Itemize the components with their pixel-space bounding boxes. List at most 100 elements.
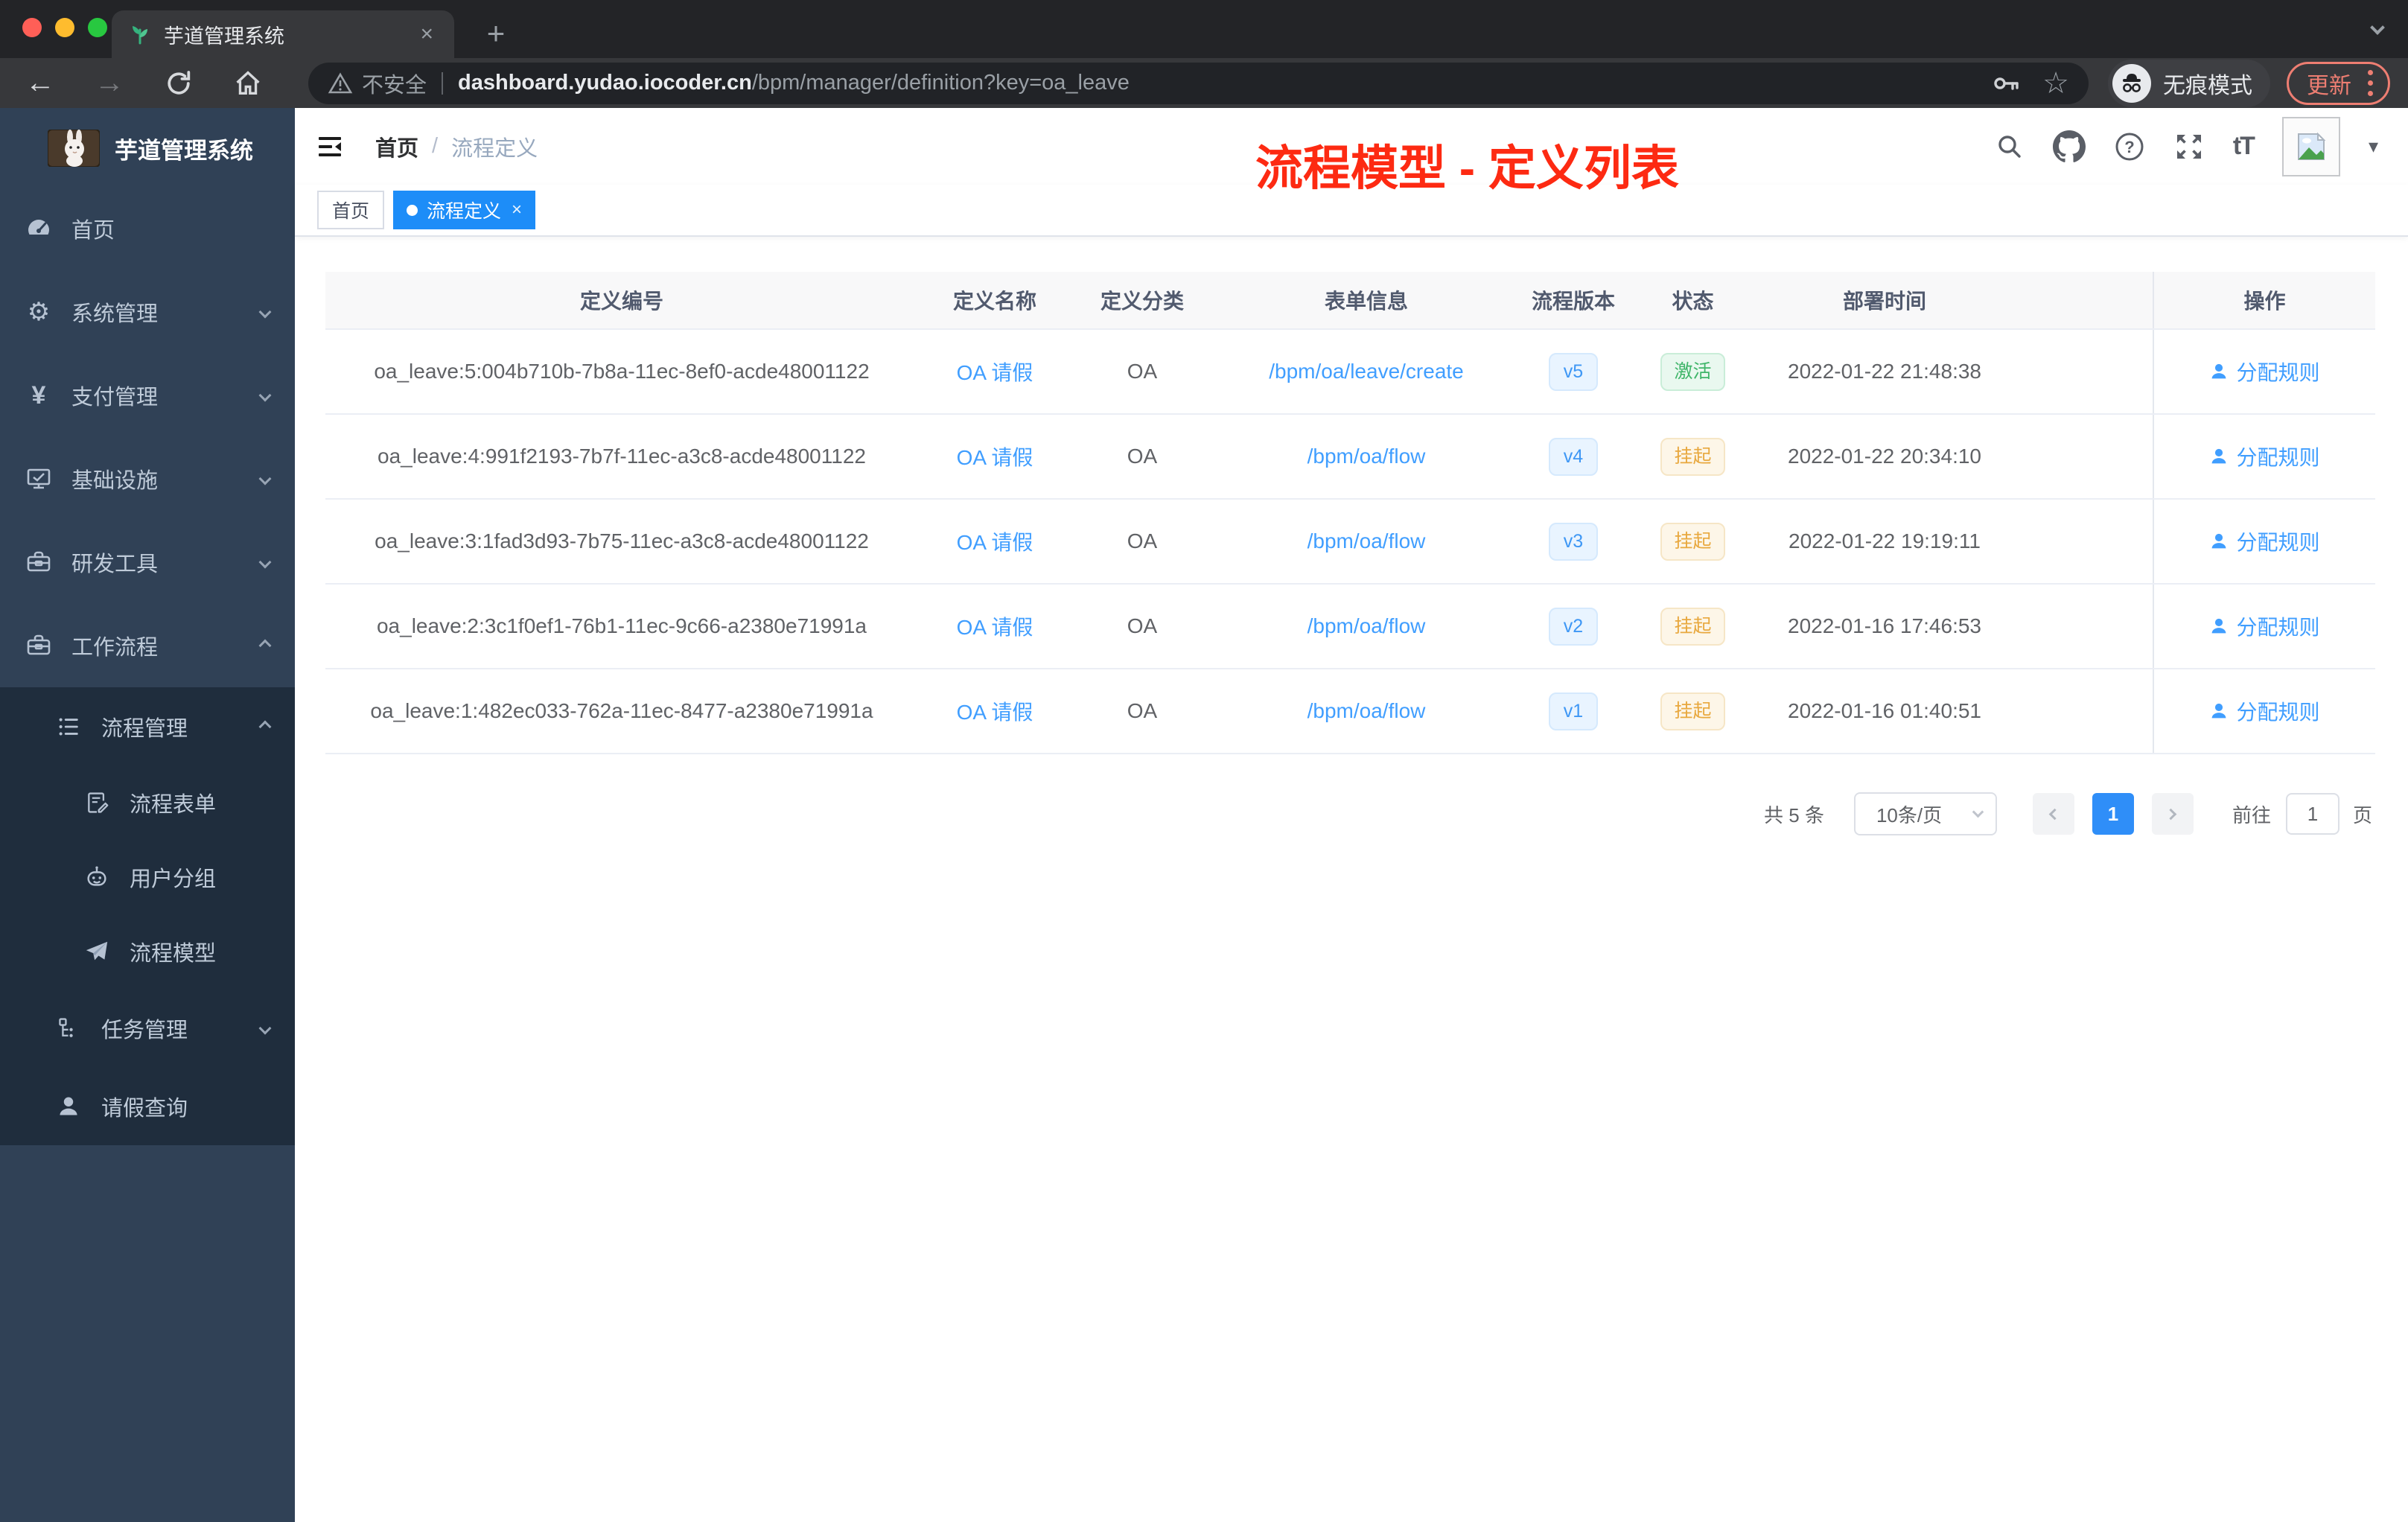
tag-home[interactable]: 首页 xyxy=(317,191,385,229)
sidebar-menu: 首页 ⚙ 系统管理 ¥ 支付管理 基础设施 研发工具 工作流程 流程管理 流程表… xyxy=(0,187,295,1145)
status-badge: 挂起 xyxy=(1660,692,1725,730)
deploy-time: 2022-01-16 17:46:53 xyxy=(1788,614,1981,637)
assign-rule-button[interactable]: 分配规则 xyxy=(2209,442,2320,471)
avatar[interactable] xyxy=(2281,116,2340,176)
toolbox-icon xyxy=(22,549,55,576)
form-link[interactable]: /bpm/oa/flow xyxy=(1307,699,1426,722)
tab-close-icon[interactable]: × xyxy=(415,22,438,47)
assign-rule-button[interactable]: 分配规则 xyxy=(2209,357,2320,386)
chevron-up-icon xyxy=(258,639,272,652)
sidebar-item-infrastructure[interactable]: 基础设施 xyxy=(0,437,295,520)
yen-icon: ¥ xyxy=(31,380,46,410)
table-row: oa_leave:2:3c1f0ef1-76b1-11ec-9c66-a2380… xyxy=(325,585,2375,669)
version-badge: v2 xyxy=(1549,607,1598,646)
definition-name-link[interactable]: OA 请假 xyxy=(957,531,1033,554)
browser-update-menu-button[interactable]: 更新 xyxy=(2287,61,2390,105)
form-link[interactable]: /bpm/oa/flow xyxy=(1307,614,1426,637)
avatar-caret-down-icon[interactable]: ▾ xyxy=(2369,135,2378,158)
browser-chrome: 芋道管理系统 × + ← → 不安全 dashboard.yudao.iocod… xyxy=(0,0,2408,108)
page-content: 定义编号 定义名称 定义分类 表单信息 流程版本 状态 部署时间 操作 oa_l… xyxy=(295,237,2408,1522)
page-size-value: 10条/页 xyxy=(1876,803,1943,827)
incognito-badge[interactable]: 无痕模式 xyxy=(2108,59,2270,107)
tab-search-chevron-icon[interactable] xyxy=(2370,20,2385,36)
definition-id: oa_leave:5:004b710b-7b8a-11ec-8ef0-acde4… xyxy=(374,360,870,383)
form-link[interactable]: /bpm/oa/flow xyxy=(1307,529,1426,553)
chevron-down-icon xyxy=(258,389,272,402)
definition-category: OA xyxy=(1127,445,1158,468)
security-label[interactable]: 不安全 xyxy=(362,68,427,99)
reload-icon[interactable] xyxy=(161,66,197,101)
sidebar-item-leave-query[interactable]: 请假查询 xyxy=(0,1067,295,1145)
chevron-down-icon xyxy=(258,305,272,319)
page-size-select[interactable]: 10条/页 xyxy=(1853,792,1997,835)
github-icon[interactable] xyxy=(2052,130,2086,163)
browser-tab[interactable]: 芋道管理系统 × xyxy=(112,10,454,58)
tag-close-icon[interactable]: × xyxy=(512,200,522,220)
fullscreen-icon[interactable] xyxy=(2173,131,2205,162)
sidebar-item-task-management[interactable]: 任务管理 xyxy=(0,989,295,1067)
definition-category: OA xyxy=(1127,699,1158,722)
new-tab-button[interactable]: + xyxy=(477,15,515,54)
deploy-time: 2022-01-22 20:34:10 xyxy=(1788,445,1981,468)
password-key-icon[interactable] xyxy=(1992,69,2022,98)
url-bar[interactable]: 不安全 dashboard.yudao.iocoder.cn /bpm/mana… xyxy=(308,62,2089,104)
form-link[interactable]: /bpm/oa/leave/create xyxy=(1269,360,1464,383)
definition-name-link[interactable]: OA 请假 xyxy=(957,701,1033,724)
tab-title: 芋道管理系统 xyxy=(164,25,284,48)
definition-name-link[interactable]: OA 请假 xyxy=(957,446,1033,469)
sidebar-item-label: 工作流程 xyxy=(71,636,159,660)
next-page-button[interactable] xyxy=(2151,793,2194,835)
hamburger-icon[interactable] xyxy=(314,133,345,160)
prev-page-button[interactable] xyxy=(2032,793,2074,835)
home-icon[interactable] xyxy=(230,66,266,101)
sidebar-item-label: 研发工具 xyxy=(71,553,159,576)
back-icon[interactable]: ← xyxy=(22,66,58,101)
assign-rule-button[interactable]: 分配规则 xyxy=(2209,526,2320,556)
help-icon[interactable]: ? xyxy=(2114,131,2145,162)
screen: 芋道管理系统 × + ← → 不安全 dashboard.yudao.iocod… xyxy=(0,0,2408,1522)
sidebar-item-label: 用户分组 xyxy=(130,867,217,891)
user-icon xyxy=(2212,448,2226,464)
table-row: oa_leave:5:004b710b-7b8a-11ec-8ef0-acde4… xyxy=(325,330,2375,415)
window-close-button[interactable] xyxy=(22,18,42,37)
url-divider xyxy=(442,71,444,95)
definition-name-link[interactable]: OA 请假 xyxy=(957,616,1033,639)
definition-id: oa_leave:1:482ec033-762a-11ec-8477-a2380… xyxy=(370,699,873,722)
sidebar-item-payment[interactable]: ¥ 支付管理 xyxy=(0,354,295,437)
forward-icon[interactable]: → xyxy=(92,66,127,101)
window-minimize-button[interactable] xyxy=(55,18,74,37)
sidebar-item-process-model[interactable]: 流程模型 xyxy=(0,914,295,989)
sidebar-logo[interactable]: 芋道管理系统 xyxy=(0,108,295,187)
window-maximize-button[interactable] xyxy=(88,18,107,37)
assign-rule-button[interactable]: 分配规则 xyxy=(2209,611,2320,641)
sidebar-item-process-management[interactable]: 流程管理 xyxy=(0,687,295,765)
tag-process-definition[interactable]: 流程定义 × xyxy=(393,191,536,229)
sidebar-item-home[interactable]: 首页 xyxy=(0,187,295,270)
bookmark-star-icon[interactable]: ☆ xyxy=(2042,69,2069,98)
gear-icon: ⚙ xyxy=(27,298,51,326)
security-warning-icon xyxy=(328,71,353,96)
main-area: 流程模型 - 定义列表 首页 / 流程定义 ? tT ▾ 首页 流程定义 × 定… xyxy=(295,108,2408,1522)
col-header: 定义名称 xyxy=(952,290,1036,313)
col-header-actions: 操作 xyxy=(2153,272,2375,328)
sidebar-item-label: 流程管理 xyxy=(101,716,188,741)
breadcrumb-separator: / xyxy=(432,134,439,158)
goto-page-input[interactable] xyxy=(2285,793,2339,835)
sidebar-item-user-group[interactable]: 用户分组 xyxy=(0,840,295,914)
assign-rule-button[interactable]: 分配规则 xyxy=(2209,696,2320,726)
sidebar-item-system[interactable]: ⚙ 系统管理 xyxy=(0,270,295,354)
user-icon xyxy=(52,1095,85,1118)
version-badge: v4 xyxy=(1549,437,1598,476)
breadcrumb-home[interactable]: 首页 xyxy=(375,131,418,162)
sidebar-item-label: 流程模型 xyxy=(130,942,217,966)
sidebar-item-workflow[interactable]: 工作流程 xyxy=(0,604,295,687)
sidebar-item-process-form[interactable]: 流程表单 xyxy=(0,765,295,840)
definition-name-link[interactable]: OA 请假 xyxy=(957,361,1033,384)
form-link[interactable]: /bpm/oa/flow xyxy=(1307,445,1426,468)
search-icon[interactable] xyxy=(1995,132,2025,162)
current-page-button[interactable]: 1 xyxy=(2092,793,2134,835)
font-size-icon[interactable]: tT xyxy=(2233,132,2255,161)
tab-favicon-plant-icon xyxy=(128,22,152,46)
sidebar-item-dev-tools[interactable]: 研发工具 xyxy=(0,520,295,604)
logo-rabbit-avatar xyxy=(48,130,100,167)
